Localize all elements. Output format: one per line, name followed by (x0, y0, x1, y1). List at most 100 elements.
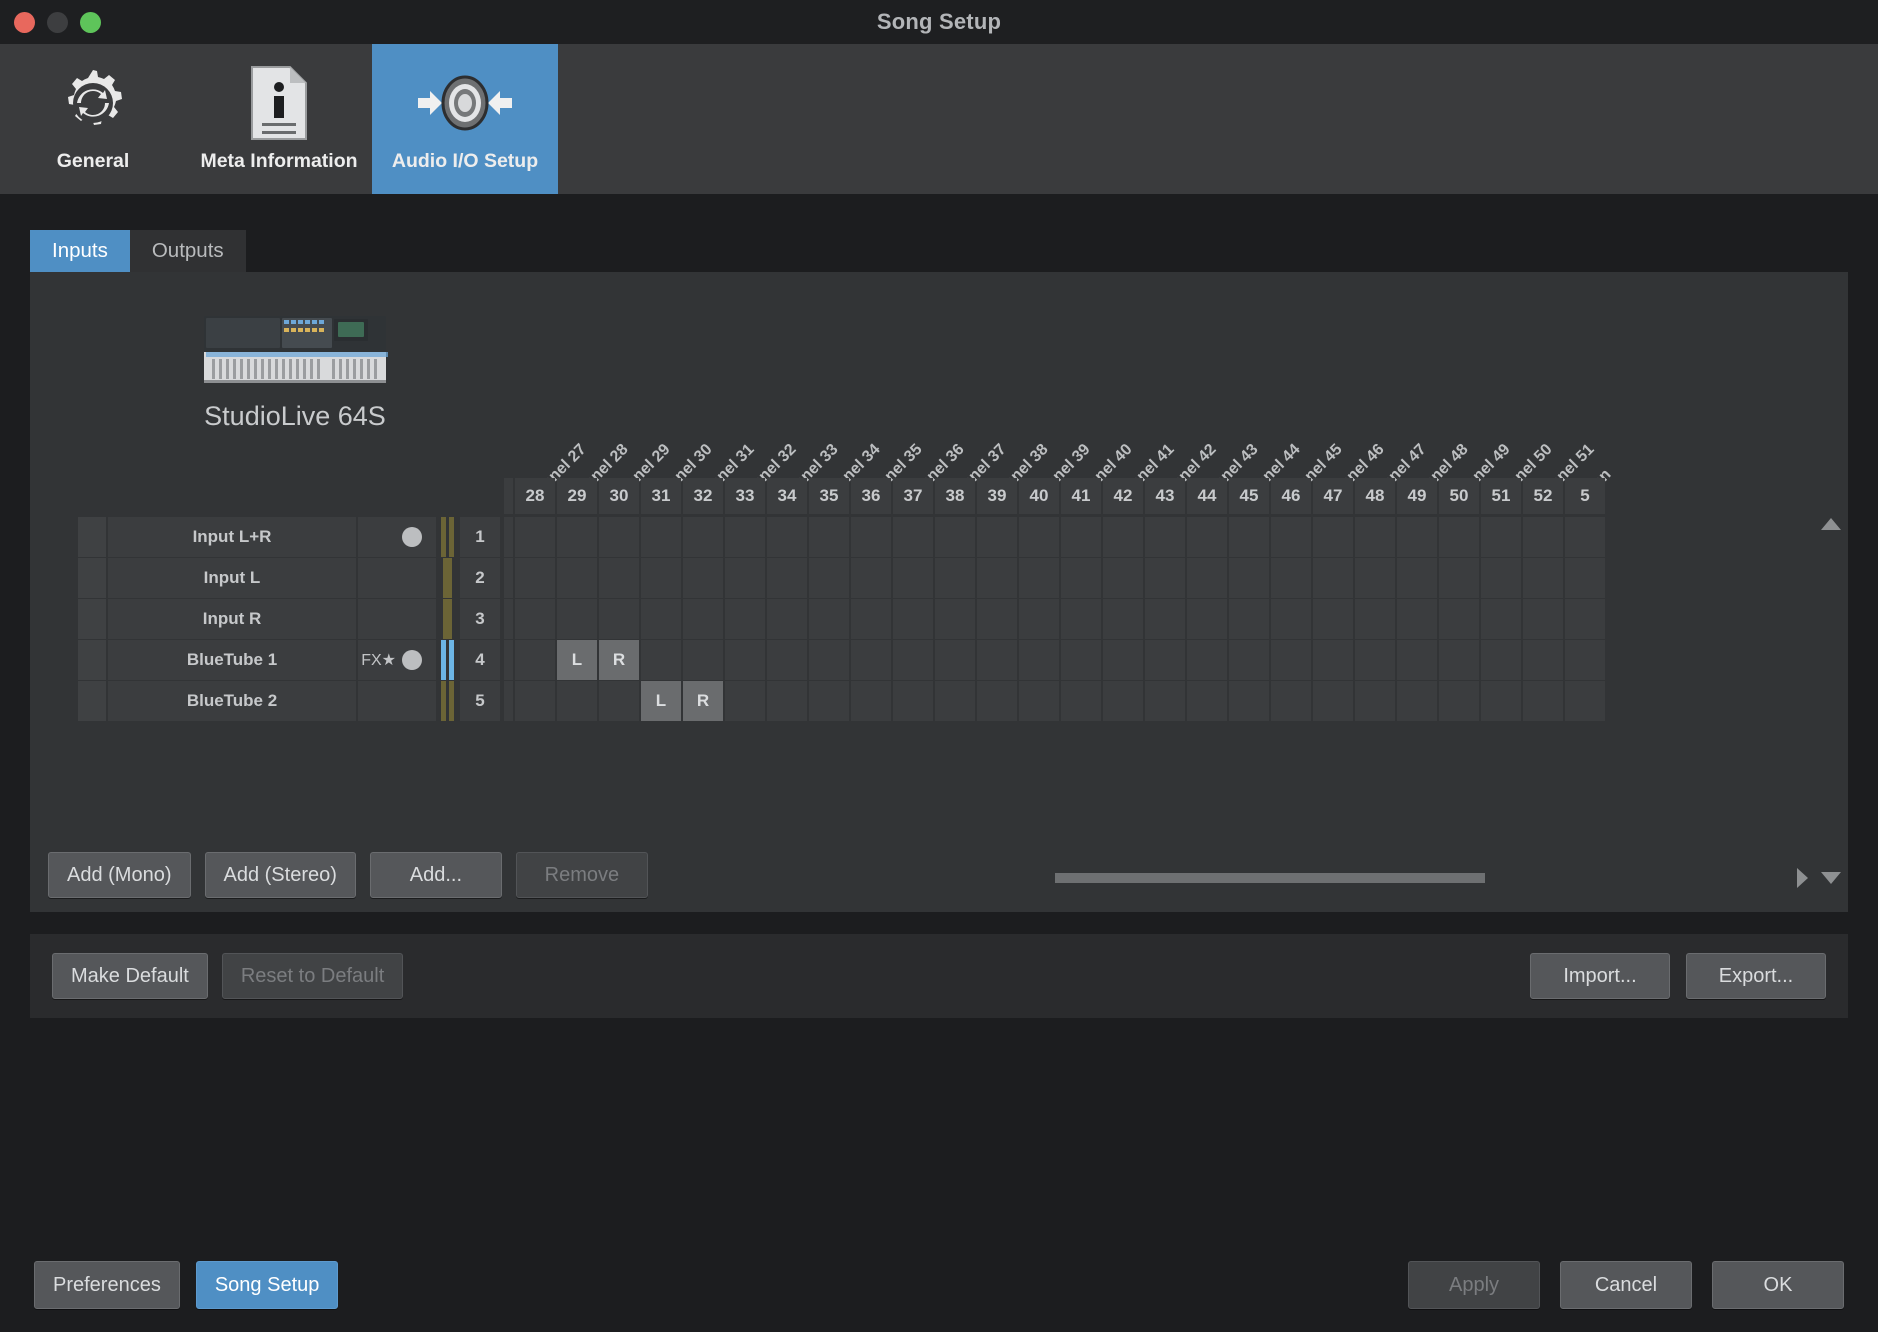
song-setup-button[interactable]: Song Setup (196, 1261, 339, 1309)
scroll-down-icon[interactable] (1821, 872, 1841, 884)
routing-cell[interactable] (599, 599, 639, 639)
channel-number-header[interactable]: 32 (683, 478, 723, 514)
routing-cell[interactable] (1439, 517, 1479, 557)
channel-number-header[interactable]: 48 (1355, 478, 1395, 514)
routing-cell[interactable] (977, 599, 1017, 639)
routing-cell-assigned[interactable]: L (641, 681, 681, 721)
routing-cell[interactable] (1145, 681, 1185, 721)
routing-cell[interactable] (1145, 640, 1185, 680)
preferences-button[interactable]: Preferences (34, 1261, 180, 1309)
routing-cell[interactable] (977, 558, 1017, 598)
routing-cell[interactable] (641, 558, 681, 598)
routing-cell[interactable] (1481, 681, 1521, 721)
routing-cell[interactable] (935, 599, 975, 639)
channel-number-header[interactable]: 28 (515, 478, 555, 514)
row-drag-handle[interactable] (78, 517, 106, 557)
routing-cell[interactable] (1397, 681, 1437, 721)
routing-cell[interactable] (1565, 517, 1605, 557)
table-row[interactable]: Input L2 (78, 558, 500, 598)
routing-cell[interactable] (1229, 681, 1269, 721)
routing-cell[interactable] (1439, 640, 1479, 680)
routing-cell[interactable] (1103, 517, 1143, 557)
channel-number-header[interactable]: 43 (1145, 478, 1185, 514)
routing-cell-partial[interactable] (504, 640, 513, 680)
cancel-button[interactable]: Cancel (1560, 1261, 1692, 1309)
channel-number-header[interactable]: 41 (1061, 478, 1101, 514)
routing-cell[interactable] (809, 599, 849, 639)
routing-cell[interactable] (725, 558, 765, 598)
routing-cell[interactable] (1229, 640, 1269, 680)
routing-cell[interactable] (1439, 558, 1479, 598)
channel-number-header[interactable]: 38 (935, 478, 975, 514)
row-drag-handle[interactable] (78, 599, 106, 639)
routing-cell[interactable] (725, 640, 765, 680)
toolbar-item-meta-information[interactable]: Meta Information (186, 44, 372, 194)
routing-cell[interactable] (683, 599, 723, 639)
add-button[interactable]: Add... (370, 852, 502, 898)
routing-cell[interactable] (683, 517, 723, 557)
make-default-button[interactable]: Make Default (52, 953, 208, 999)
toolbar-item-audio-io-setup[interactable]: Audio I/O Setup (372, 44, 558, 194)
routing-cell[interactable] (599, 517, 639, 557)
channel-number-header[interactable]: 46 (1271, 478, 1311, 514)
toolbar-item-general[interactable]: General (0, 44, 186, 194)
routing-cell[interactable] (599, 558, 639, 598)
input-name[interactable]: Input L (108, 558, 356, 598)
routing-cell[interactable] (935, 681, 975, 721)
minimize-button[interactable] (47, 12, 68, 33)
input-name[interactable]: BlueTube 1 (108, 640, 356, 680)
routing-cell[interactable] (725, 517, 765, 557)
used-cell[interactable] (358, 517, 436, 557)
channel-number-header[interactable]: 49 (1397, 478, 1437, 514)
routing-cell[interactable] (1019, 681, 1059, 721)
routing-cell[interactable] (1271, 558, 1311, 598)
routing-cell[interactable] (1229, 517, 1269, 557)
ok-button[interactable]: OK (1712, 1261, 1844, 1309)
routing-cell[interactable] (1187, 681, 1227, 721)
routing-cell[interactable] (851, 558, 891, 598)
scroll-up-icon[interactable] (1821, 518, 1841, 530)
routing-cell[interactable] (893, 599, 933, 639)
routing-cell[interactable] (1565, 681, 1605, 721)
input-name[interactable]: BlueTube 2 (108, 681, 356, 721)
routing-cell[interactable] (1229, 599, 1269, 639)
routing-cell[interactable] (1187, 640, 1227, 680)
routing-cell[interactable] (1145, 517, 1185, 557)
routing-cell[interactable] (557, 681, 597, 721)
channel-number-header[interactable]: 40 (1019, 478, 1059, 514)
routing-cell[interactable] (1061, 517, 1101, 557)
vertical-scrollbar[interactable] (1814, 512, 1848, 902)
routing-cell[interactable] (1481, 558, 1521, 598)
routing-cell[interactable] (1397, 517, 1437, 557)
routing-cell[interactable] (515, 517, 555, 557)
routing-cell[interactable] (767, 558, 807, 598)
routing-cell-assigned[interactable]: L (557, 640, 597, 680)
routing-cell[interactable] (893, 681, 933, 721)
channel-number-header[interactable]: 45 (1229, 478, 1269, 514)
routing-cell[interactable] (641, 599, 681, 639)
routing-cell[interactable] (1565, 599, 1605, 639)
routing-cell[interactable] (1313, 681, 1353, 721)
routing-cell[interactable] (851, 681, 891, 721)
export-button[interactable]: Export... (1686, 953, 1826, 999)
routing-cell[interactable] (1523, 640, 1563, 680)
used-cell[interactable] (358, 599, 436, 639)
routing-cell[interactable] (1523, 558, 1563, 598)
routing-cell[interactable] (1019, 599, 1059, 639)
routing-cell[interactable] (977, 681, 1017, 721)
routing-cell[interactable] (935, 640, 975, 680)
routing-cell[interactable] (893, 558, 933, 598)
routing-cell[interactable] (1061, 558, 1101, 598)
routing-cell[interactable] (767, 517, 807, 557)
channel-number-header[interactable]: 37 (893, 478, 933, 514)
channel-number-header[interactable]: 39 (977, 478, 1017, 514)
routing-cell[interactable] (1019, 640, 1059, 680)
close-button[interactable] (14, 12, 35, 33)
add-mono-button[interactable]: Add (Mono) (48, 852, 191, 898)
input-name[interactable]: Input R (108, 599, 356, 639)
routing-cell-partial[interactable] (504, 599, 513, 639)
routing-cell[interactable] (1229, 558, 1269, 598)
routing-cell[interactable] (515, 640, 555, 680)
routing-cell[interactable] (851, 640, 891, 680)
routing-cell[interactable] (1271, 599, 1311, 639)
